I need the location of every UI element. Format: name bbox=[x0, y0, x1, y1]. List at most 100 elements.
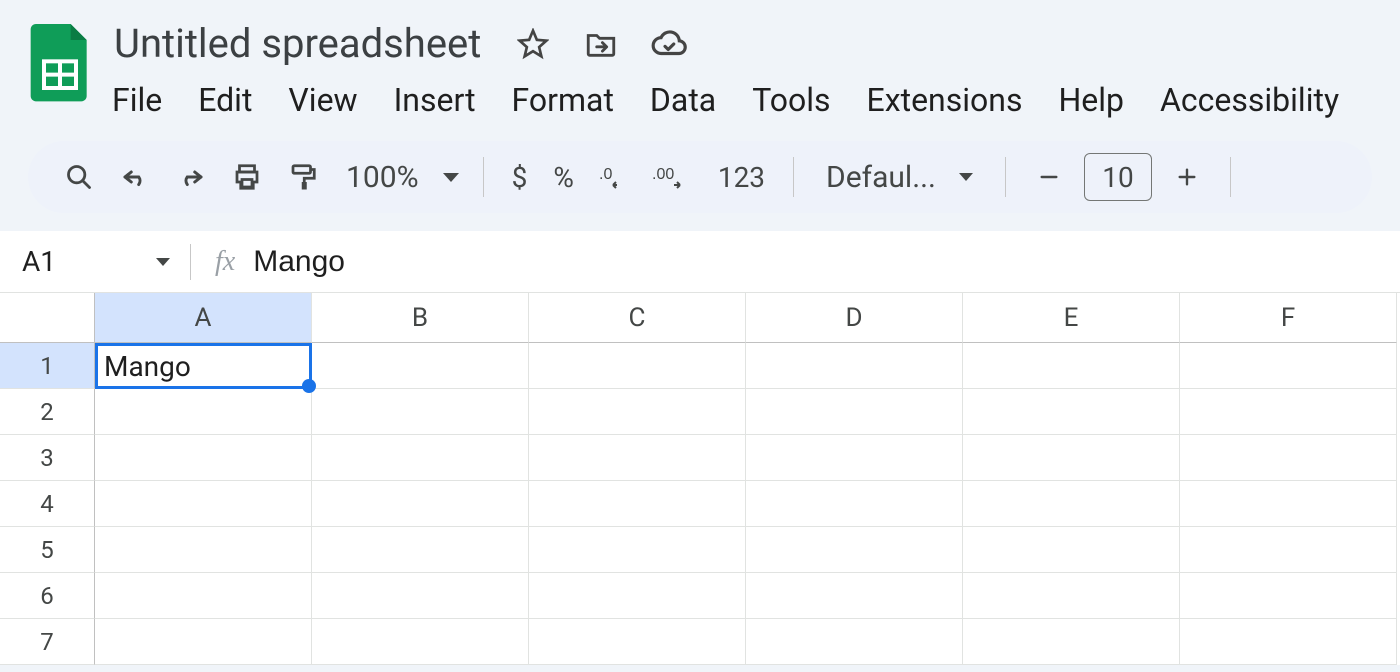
menu-accessibility[interactable]: Accessibility bbox=[1158, 77, 1341, 123]
star-icon[interactable] bbox=[513, 24, 553, 64]
cell-B1[interactable] bbox=[312, 343, 529, 389]
document-title[interactable]: Untitled spreadsheet bbox=[110, 18, 485, 69]
row-header-7[interactable]: 7 bbox=[0, 619, 95, 665]
spreadsheet-grid: A B C D E F 1 Mango 2 3 bbox=[0, 293, 1400, 665]
column-header-A[interactable]: A bbox=[95, 293, 312, 343]
format-currency-button[interactable]: $ bbox=[502, 152, 538, 202]
cell-D1[interactable] bbox=[746, 343, 963, 389]
menu-tools[interactable]: Tools bbox=[750, 77, 832, 123]
cell-C1[interactable] bbox=[529, 343, 746, 389]
svg-text:.0: .0 bbox=[599, 166, 612, 183]
cell-D2[interactable] bbox=[746, 389, 963, 435]
undo-icon[interactable] bbox=[110, 152, 160, 202]
menu-format[interactable]: Format bbox=[510, 77, 616, 123]
format-percent-button[interactable]: % bbox=[543, 152, 584, 202]
cell-C4[interactable] bbox=[529, 481, 746, 527]
cell-A6[interactable] bbox=[95, 573, 312, 619]
menu-file[interactable]: File bbox=[110, 77, 164, 123]
cell-D7[interactable] bbox=[746, 619, 963, 665]
cell-F6[interactable] bbox=[1180, 573, 1397, 619]
paint-format-icon[interactable] bbox=[278, 152, 328, 202]
select-all-corner[interactable] bbox=[0, 293, 95, 343]
cell-E7[interactable] bbox=[963, 619, 1180, 665]
menu-extensions[interactable]: Extensions bbox=[865, 77, 1025, 123]
cell-B6[interactable] bbox=[312, 573, 529, 619]
cell-F5[interactable] bbox=[1180, 527, 1397, 573]
fx-label: fx bbox=[191, 246, 253, 278]
column-header-F[interactable]: F bbox=[1180, 293, 1397, 343]
column-header-C[interactable]: C bbox=[529, 293, 746, 343]
column-header-B[interactable]: B bbox=[312, 293, 529, 343]
cloud-status-icon[interactable] bbox=[649, 24, 689, 64]
cell-B3[interactable] bbox=[312, 435, 529, 481]
cell-A2[interactable] bbox=[95, 389, 312, 435]
cell-C7[interactable] bbox=[529, 619, 746, 665]
selection-handle[interactable] bbox=[302, 379, 316, 393]
cell-C3[interactable] bbox=[529, 435, 746, 481]
cell-B5[interactable] bbox=[312, 527, 529, 573]
cell-B7[interactable] bbox=[312, 619, 529, 665]
menu-insert[interactable]: Insert bbox=[392, 77, 478, 123]
print-icon[interactable] bbox=[222, 152, 272, 202]
cell-F3[interactable] bbox=[1180, 435, 1397, 481]
cell-E1[interactable] bbox=[963, 343, 1180, 389]
redo-icon[interactable] bbox=[166, 152, 216, 202]
cell-F4[interactable] bbox=[1180, 481, 1397, 527]
cell-F7[interactable] bbox=[1180, 619, 1397, 665]
cell-E5[interactable] bbox=[963, 527, 1180, 573]
toolbar: 100% $ % .0 .00 123 Defaul... 10 bbox=[28, 141, 1372, 213]
cell-F2[interactable] bbox=[1180, 389, 1397, 435]
formula-bar-input[interactable] bbox=[253, 231, 1400, 292]
sheets-logo[interactable] bbox=[28, 24, 92, 104]
chevron-down-icon bbox=[959, 173, 973, 181]
font-size-decrease-button[interactable] bbox=[1024, 152, 1074, 202]
font-size-input[interactable]: 10 bbox=[1084, 153, 1152, 201]
toolbar-separator bbox=[483, 157, 484, 197]
cell-B2[interactable] bbox=[312, 389, 529, 435]
cell-E4[interactable] bbox=[963, 481, 1180, 527]
menu-help[interactable]: Help bbox=[1056, 77, 1126, 123]
row-header-6[interactable]: 6 bbox=[0, 573, 95, 619]
name-box-value: A1 bbox=[22, 245, 56, 278]
cell-C2[interactable] bbox=[529, 389, 746, 435]
cell-E2[interactable] bbox=[963, 389, 1180, 435]
name-box[interactable]: A1 bbox=[0, 231, 190, 292]
cell-D3[interactable] bbox=[746, 435, 963, 481]
cell-D4[interactable] bbox=[746, 481, 963, 527]
cell-E3[interactable] bbox=[963, 435, 1180, 481]
search-icon[interactable] bbox=[54, 152, 104, 202]
cell-A1[interactable]: Mango bbox=[95, 343, 312, 389]
move-to-drive-icon[interactable] bbox=[581, 24, 621, 64]
toolbar-separator bbox=[1230, 157, 1231, 197]
row-header-2[interactable]: 2 bbox=[0, 389, 95, 435]
zoom-select[interactable]: 100% bbox=[340, 160, 459, 195]
row-header-4[interactable]: 4 bbox=[0, 481, 95, 527]
svg-text:.00: .00 bbox=[652, 166, 674, 183]
cell-B4[interactable] bbox=[312, 481, 529, 527]
increase-decimal-icon[interactable]: .00 bbox=[646, 152, 702, 202]
cell-A5[interactable] bbox=[95, 527, 312, 573]
cell-C6[interactable] bbox=[529, 573, 746, 619]
row-header-5[interactable]: 5 bbox=[0, 527, 95, 573]
cell-D6[interactable] bbox=[746, 573, 963, 619]
menu-view[interactable]: View bbox=[286, 77, 359, 123]
font-family-select[interactable]: Defaul... bbox=[812, 160, 987, 195]
menu-data[interactable]: Data bbox=[648, 77, 718, 123]
cell-F1[interactable] bbox=[1180, 343, 1397, 389]
chevron-down-icon bbox=[156, 258, 170, 266]
decrease-decimal-icon[interactable]: .0 bbox=[590, 152, 640, 202]
cell-C5[interactable] bbox=[529, 527, 746, 573]
column-header-E[interactable]: E bbox=[963, 293, 1180, 343]
toolbar-separator bbox=[793, 157, 794, 197]
format-123-button[interactable]: 123 bbox=[708, 152, 775, 202]
row-header-1[interactable]: 1 bbox=[0, 343, 95, 389]
cell-D5[interactable] bbox=[746, 527, 963, 573]
cell-A4[interactable] bbox=[95, 481, 312, 527]
cell-A3[interactable] bbox=[95, 435, 312, 481]
font-size-increase-button[interactable] bbox=[1162, 152, 1212, 202]
row-header-3[interactable]: 3 bbox=[0, 435, 95, 481]
menu-edit[interactable]: Edit bbox=[196, 77, 254, 123]
column-header-D[interactable]: D bbox=[746, 293, 963, 343]
cell-A7[interactable] bbox=[95, 619, 312, 665]
cell-E6[interactable] bbox=[963, 573, 1180, 619]
